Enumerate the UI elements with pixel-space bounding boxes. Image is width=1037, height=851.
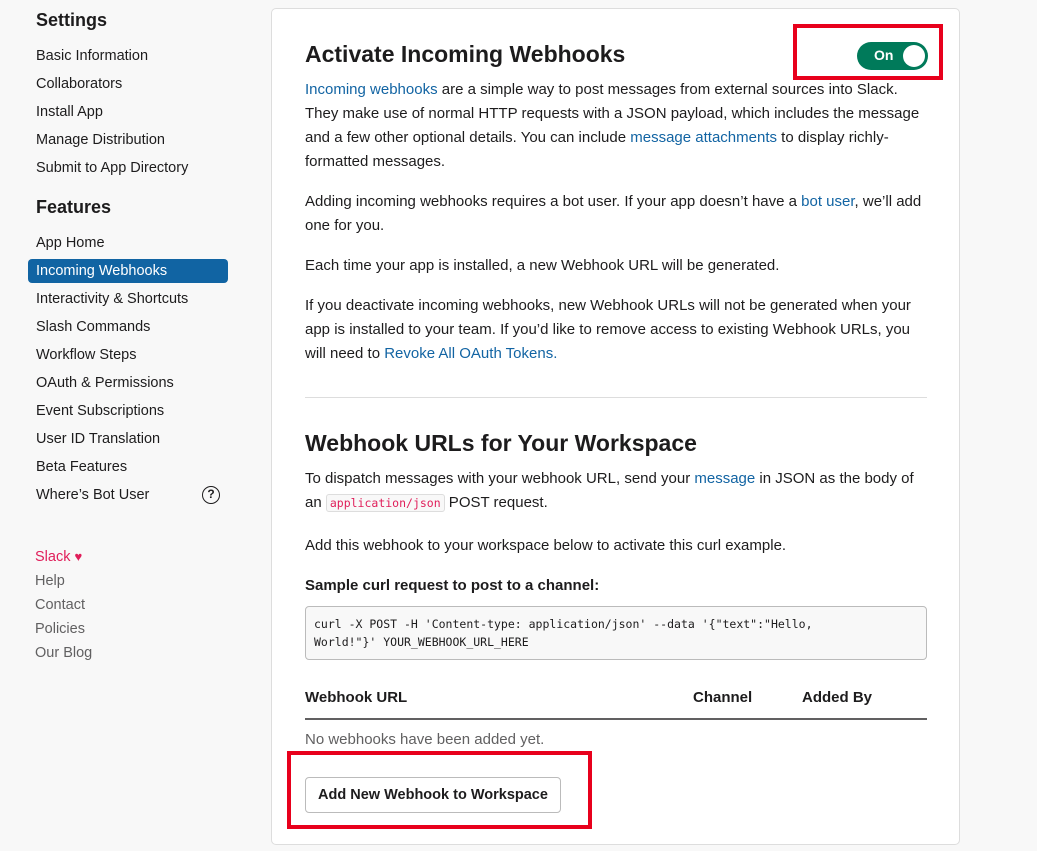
column-header-channel: Channel: [693, 689, 753, 706]
sidebar-item-collaborators[interactable]: Collaborators: [28, 72, 228, 96]
bot-user-link[interactable]: bot user: [801, 193, 854, 210]
column-header-webhook-url: Webhook URL: [305, 689, 408, 706]
sidebar-item-manage-distribution[interactable]: Manage Distribution: [28, 128, 228, 152]
sidebar-item-app-home[interactable]: App Home: [28, 231, 228, 255]
sidebar-item-beta-features[interactable]: Beta Features: [28, 455, 228, 479]
sample-curl-heading: Sample curl request to post to a channel…: [305, 577, 600, 594]
activate-paragraph-4: If you deactivate incoming webhooks, new…: [305, 294, 930, 366]
footer-slack-label: Slack: [35, 549, 71, 565]
sidebar-item-oauth-permissions[interactable]: OAuth & Permissions: [28, 371, 228, 395]
heart-icon: ♥: [74, 549, 83, 564]
revoke-oauth-tokens-link[interactable]: Revoke All OAuth Tokens.: [384, 345, 557, 362]
incoming-webhooks-link[interactable]: Incoming webhooks: [305, 81, 438, 98]
column-header-added-by: Added By: [802, 689, 873, 706]
activate-paragraph-3: Each time your app is installed, a new W…: [305, 257, 780, 274]
sidebar-item-submit-to-app-directory[interactable]: Submit to App Directory: [28, 156, 228, 180]
sample-curl-code: curl -X POST -H 'Content-type: applicati…: [305, 606, 927, 660]
settings-heading: Settings: [36, 10, 108, 30]
sidebar-item-label: Where’s Bot User: [36, 487, 150, 503]
sidebar-item-wheres-bot-user[interactable]: Where’s Bot User ?: [28, 483, 228, 507]
footer-help-link[interactable]: Help: [35, 573, 65, 589]
empty-webhooks-message: No webhooks have been added yet.: [305, 731, 545, 748]
section-divider: [305, 397, 927, 398]
footer-slack-link[interactable]: Slack ♥: [35, 549, 82, 565]
activate-webhooks-toggle[interactable]: On: [857, 42, 928, 70]
content-type-code: application/json: [325, 494, 445, 512]
sidebar-item-event-subscriptions[interactable]: Event Subscriptions: [28, 399, 228, 423]
sidebar-item-basic-information[interactable]: Basic Information: [28, 44, 228, 68]
sidebar-item-slash-commands[interactable]: Slash Commands: [28, 315, 228, 339]
help-icon[interactable]: ?: [202, 486, 220, 504]
footer-our-blog-link[interactable]: Our Blog: [35, 645, 92, 661]
message-attachments-link[interactable]: message attachments: [630, 129, 777, 146]
add-new-webhook-button[interactable]: Add New Webhook to Workspace: [305, 777, 561, 813]
activate-p2-text1: Adding incoming webhooks requires a bot …: [305, 193, 802, 210]
sidebar-item-interactivity-shortcuts[interactable]: Interactivity & Shortcuts: [28, 287, 228, 311]
workspace-paragraph-1: To dispatch messages with your webhook U…: [305, 467, 930, 515]
features-heading: Features: [36, 197, 112, 217]
footer-policies-link[interactable]: Policies: [35, 621, 85, 637]
activate-paragraph-1: Incoming webhooks are a simple way to po…: [305, 78, 930, 174]
workspace-p1-text3: POST request.: [444, 494, 548, 511]
webhooks-card: Activate Incoming Webhooks On Incoming w…: [271, 8, 960, 845]
sidebar: Settings Basic Information Collaborators…: [0, 0, 250, 851]
toggle-label: On: [874, 47, 894, 63]
message-link[interactable]: message: [694, 470, 755, 487]
workspace-paragraph-2: Add this webhook to your workspace below…: [305, 537, 787, 554]
sidebar-item-user-id-translation[interactable]: User ID Translation: [28, 427, 228, 451]
sidebar-item-incoming-webhooks[interactable]: Incoming Webhooks: [28, 259, 228, 283]
sidebar-item-install-app[interactable]: Install App: [28, 100, 228, 124]
sidebar-item-workflow-steps[interactable]: Workflow Steps: [28, 343, 228, 367]
activate-paragraph-2: Adding incoming webhooks requires a bot …: [305, 190, 930, 238]
toggle-knob: [903, 45, 925, 67]
footer-contact-link[interactable]: Contact: [35, 597, 85, 613]
table-header-line: [305, 718, 927, 720]
activate-webhooks-title: Activate Incoming Webhooks: [305, 41, 626, 67]
workspace-p1-text1: To dispatch messages with your webhook U…: [305, 470, 695, 487]
workspace-webhooks-title: Webhook URLs for Your Workspace: [305, 430, 697, 456]
